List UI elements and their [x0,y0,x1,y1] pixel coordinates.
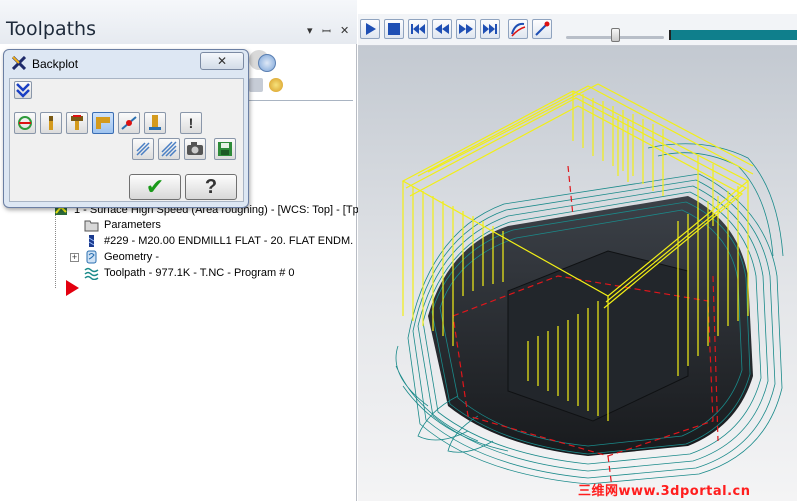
speed-slider-thumb[interactable] [611,28,620,42]
playback-toolbar [358,14,797,46]
toolpath-render [395,83,784,497]
toolpath-label: Toolpath - 977.1K - T.NC - Program # 0 [104,267,295,279]
hatch-double-icon[interactable] [158,138,180,160]
toolpaths-toolbar [245,48,355,92]
folder-icon [84,218,99,232]
path-options-button[interactable] [532,19,552,39]
expand-arrows-icon[interactable] [14,81,32,99]
save-icon[interactable] [214,138,236,160]
panel-title: Toolpaths [6,18,96,40]
checkmark-icon: ✔ [145,174,165,199]
hatch-single-icon[interactable] [132,138,154,160]
backplot-titlebar[interactable]: Backplot ✕ [4,50,248,76]
panel-header: Toolpaths ▾ ꟷ ✕ [0,0,357,44]
expand-toggle-icon[interactable]: + [70,253,79,262]
backplot-dialog: Backplot ✕ ! ✔ ? [3,49,249,208]
skip-forward-button[interactable] [480,19,500,39]
tree-item-toolpath[interactable]: Toolpath - 977.1K - T.NC - Program # 0 [84,265,295,281]
stop-icon [388,23,400,35]
question-icon: ? [204,176,218,198]
info-icon[interactable]: ! [180,112,202,134]
tree-connector [55,206,56,288]
playback-progress-bar[interactable] [669,30,797,40]
geometry-icon [84,250,99,264]
rotate-icon[interactable] [14,112,36,134]
holder-icon[interactable] [66,112,88,134]
play-button[interactable] [360,19,380,39]
skip-back-button[interactable] [408,19,428,39]
tool-holder-active-icon[interactable] [92,112,114,134]
stop-button[interactable] [384,19,404,39]
skip-forward-icon [483,24,497,34]
tree-item-parameters[interactable]: Parameters [84,217,161,233]
step-back-button[interactable] [432,19,452,39]
step-forward-button[interactable] [456,19,476,39]
tree-item-tool[interactable]: #229 - M20.00 ENDMILL1 FLAT - 20. FLAT E… [84,233,353,249]
pin-icon[interactable]: ꟷ [322,24,331,39]
path-trace-icon [511,22,526,37]
graphics-viewport[interactable] [358,46,797,501]
geometry-label: Geometry - [104,251,160,263]
backplot-close-button[interactable]: ✕ [200,52,244,70]
tool-icon[interactable] [40,112,62,134]
path-options-icon [535,21,550,36]
panel-close-icon[interactable]: ✕ [340,24,349,37]
play-icon [366,23,376,35]
path-trace-button[interactable] [508,19,528,39]
help-button[interactable]: ? [185,174,237,200]
ok-button[interactable]: ✔ [129,174,181,200]
watermark-text: 三维网www.3dportal.cn [578,484,751,499]
path-points-icon[interactable] [118,112,140,134]
parameters-label: Parameters [104,219,161,231]
shank-icon[interactable] [144,112,166,134]
camera-icon[interactable] [184,138,206,160]
insert-arrow-icon[interactable] [66,280,79,296]
step-forward-icon [459,24,473,34]
endmill-icon [84,234,99,248]
toolpath-wave-icon [84,266,99,281]
tool-label: #229 - M20.00 ENDMILL1 FLAT - 20. FLAT E… [104,235,354,247]
backplot-title: Backplot [32,57,79,71]
skip-back-icon [411,24,425,34]
help-circle-icon[interactable] [258,54,276,72]
tree-item-geometry[interactable]: Geometry - [84,249,159,265]
step-back-icon [435,24,449,34]
settings-wrench-icon[interactable] [269,78,283,92]
image-icon[interactable] [249,78,263,92]
panel-menu-dropdown-icon[interactable]: ▾ [307,24,313,37]
mastercam-logo-icon [12,56,26,70]
